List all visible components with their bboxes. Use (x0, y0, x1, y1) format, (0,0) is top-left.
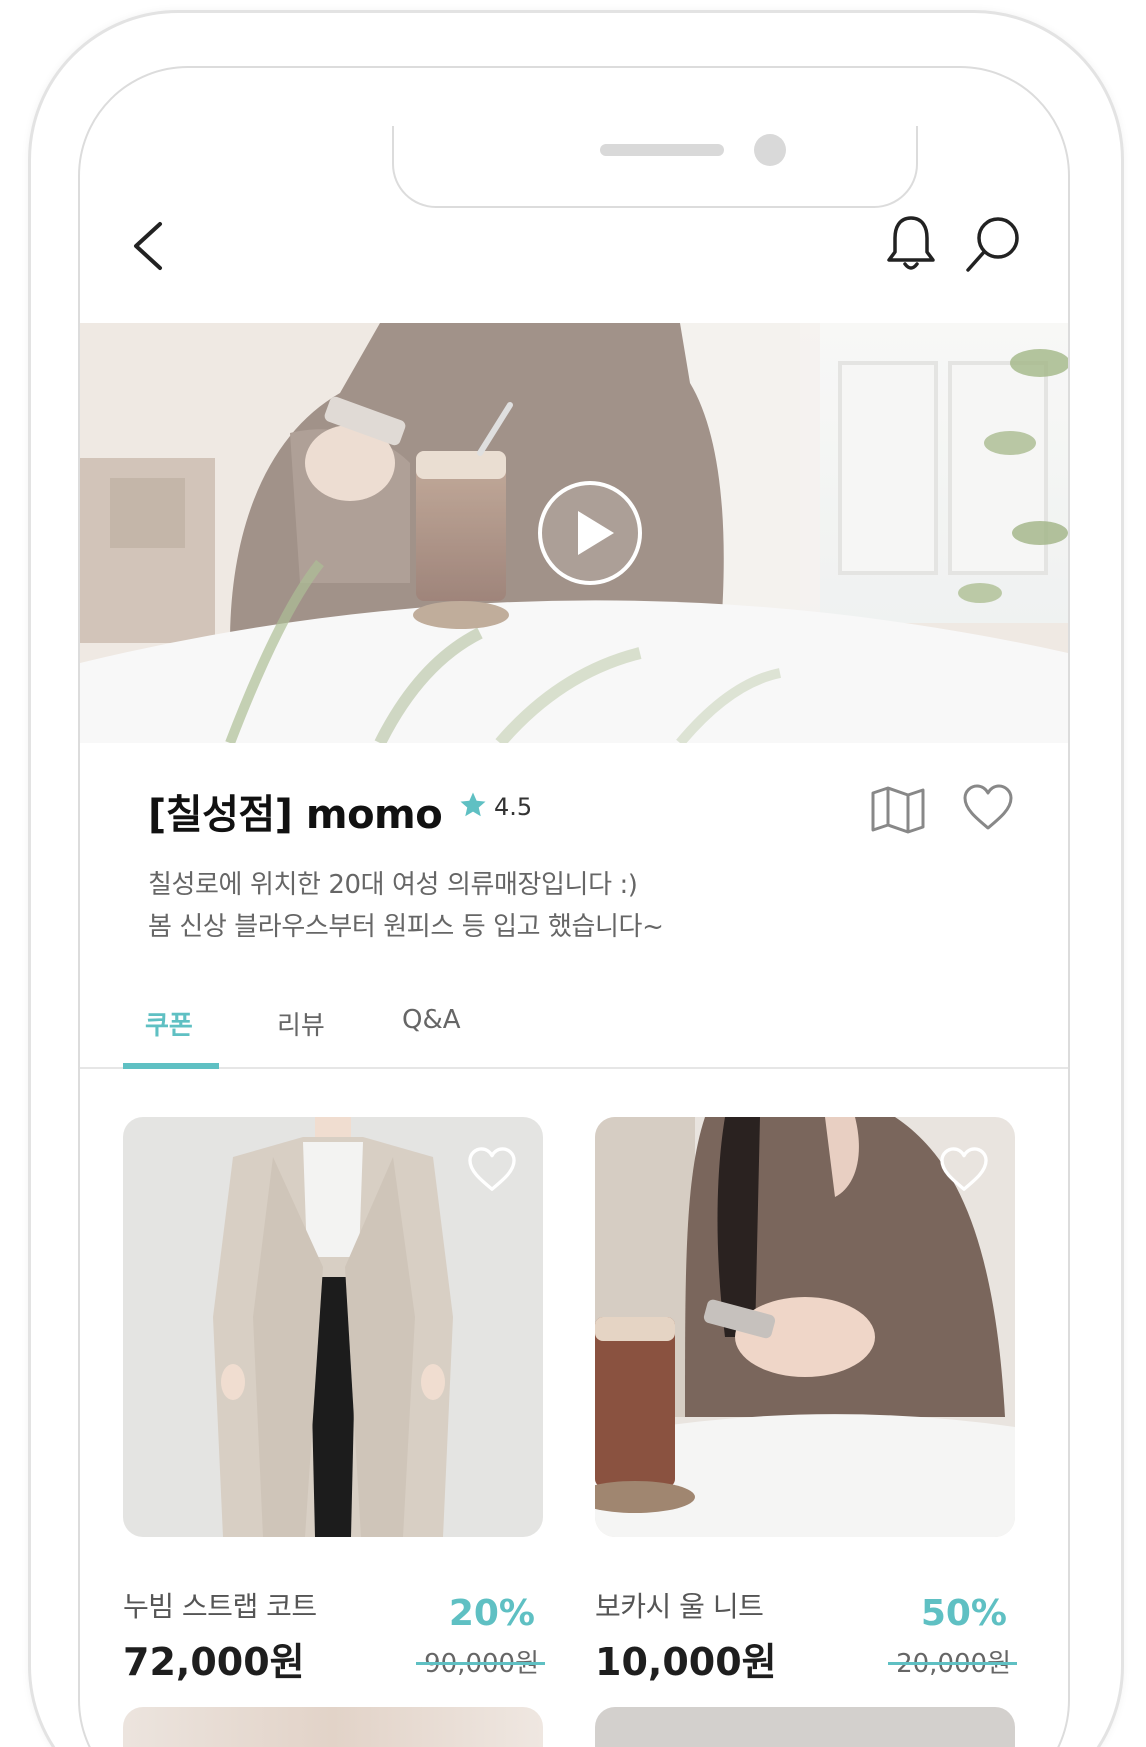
app-screen: [칠성점] momo 4.5 칠성로에 위치한 20대 여성 의류매장입니다 :… (0, 0, 1146, 1747)
product-name: 누빔 스트랩 코트 (123, 1590, 317, 1623)
star-icon (458, 790, 488, 824)
heart-icon[interactable] (962, 784, 1014, 836)
tab-review[interactable]: 리뷰 (277, 1005, 325, 1042)
tab-qna[interactable]: Q&A (402, 1005, 461, 1035)
tab-coupon[interactable]: 쿠폰 (145, 1005, 193, 1042)
front-camera (754, 134, 786, 166)
map-icon[interactable] (870, 786, 926, 838)
bell-icon[interactable] (884, 212, 938, 278)
product-card[interactable] (123, 1707, 543, 1747)
product-card[interactable] (595, 1707, 1015, 1747)
store-description-line-1: 칠성로에 위치한 20대 여성 의류매장입니다 :) (148, 870, 638, 900)
rating-value: 4.5 (494, 793, 533, 821)
product-price: 72,000원 (123, 1640, 305, 1684)
store-description-line-2: 봄 신상 블라우스부터 원피스 등 입고 했습니다~ (148, 912, 664, 942)
store-hero-video[interactable] (80, 323, 1068, 743)
active-tab-indicator (123, 1063, 219, 1069)
product-name: 보카시 울 니트 (595, 1590, 764, 1623)
heart-icon[interactable] (467, 1147, 517, 1197)
search-icon[interactable] (964, 214, 1022, 278)
store-rating: 4.5 (458, 790, 532, 824)
product-image[interactable] (123, 1707, 543, 1747)
speaker-grille (600, 144, 724, 156)
store-tabs: 쿠폰 리뷰 Q&A (80, 995, 1068, 1069)
discount-rate: 20% (448, 1593, 535, 1634)
original-price: 90,000원 (416, 1643, 545, 1680)
product-image[interactable] (595, 1707, 1015, 1747)
original-price: 20,000원 (888, 1643, 1017, 1680)
heart-icon[interactable] (939, 1147, 989, 1197)
discount-rate: 50% (920, 1593, 1007, 1634)
chevron-left-icon[interactable] (128, 220, 168, 276)
store-name: [칠성점] momo (148, 792, 443, 838)
product-price: 10,000원 (595, 1640, 777, 1684)
play-icon[interactable] (536, 479, 644, 591)
top-bar (80, 190, 1068, 320)
